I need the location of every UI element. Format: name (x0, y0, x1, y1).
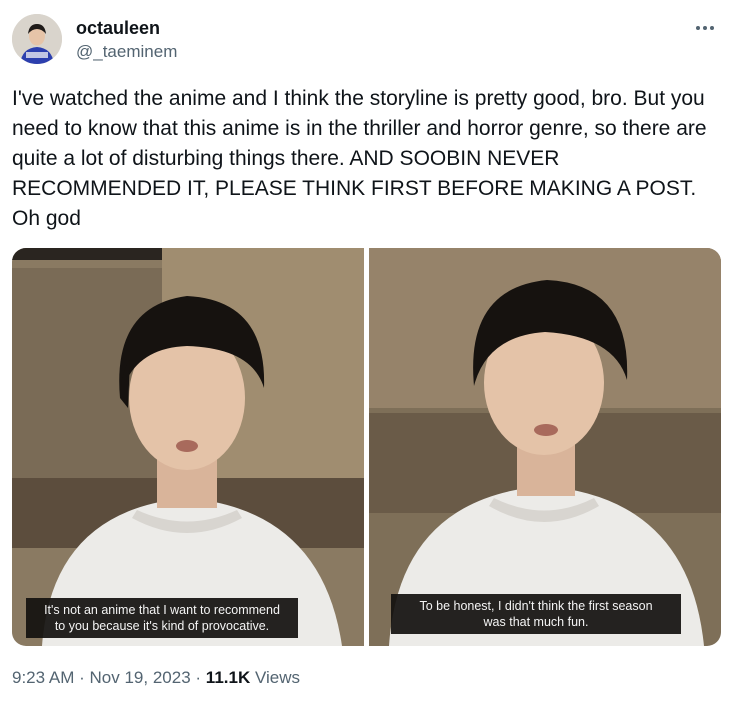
views-label: Views (254, 668, 301, 687)
subtitle-line: to you because it's kind of provocative. (54, 619, 270, 633)
tweet-photo-1[interactable]: It's not an anime that I want to recomme… (12, 248, 364, 646)
subtitle-line: was that much fun. (483, 615, 589, 629)
subtitle-line: To be honest, I didn't think the first s… (419, 599, 653, 613)
tweet-header: octauleen @_taeminem (12, 12, 726, 68)
dot (703, 26, 707, 30)
dot (710, 26, 714, 30)
avatar[interactable] (12, 14, 62, 64)
tweet-media: It's not an anime that I want to recomme… (12, 248, 721, 646)
tweet-meta: 9:23 AM · Nov 19, 2023 · 11.1K Views (12, 668, 300, 688)
author-handle[interactable]: @_taeminem (76, 42, 177, 62)
author-display-name[interactable]: octauleen (76, 18, 160, 39)
tweet-date[interactable]: Nov 19, 2023 (90, 668, 191, 687)
more-dots-icon[interactable] (690, 16, 720, 40)
views-count[interactable]: 11.1K (206, 668, 250, 687)
subtitle-line: It's not an anime that I want to recomme… (44, 603, 280, 617)
tweet-photo-2[interactable]: To be honest, I didn't think the first s… (369, 248, 721, 646)
video-subtitle: It's not an anime that I want to recomme… (26, 598, 298, 638)
tweet-time[interactable]: 9:23 AM (12, 668, 74, 687)
tweet-text: I've watched the anime and I think the s… (12, 87, 707, 230)
meta-separator: · (195, 668, 202, 687)
dot (696, 26, 700, 30)
meta-separator: · (79, 668, 85, 687)
video-subtitle: To be honest, I didn't think the first s… (391, 594, 681, 634)
